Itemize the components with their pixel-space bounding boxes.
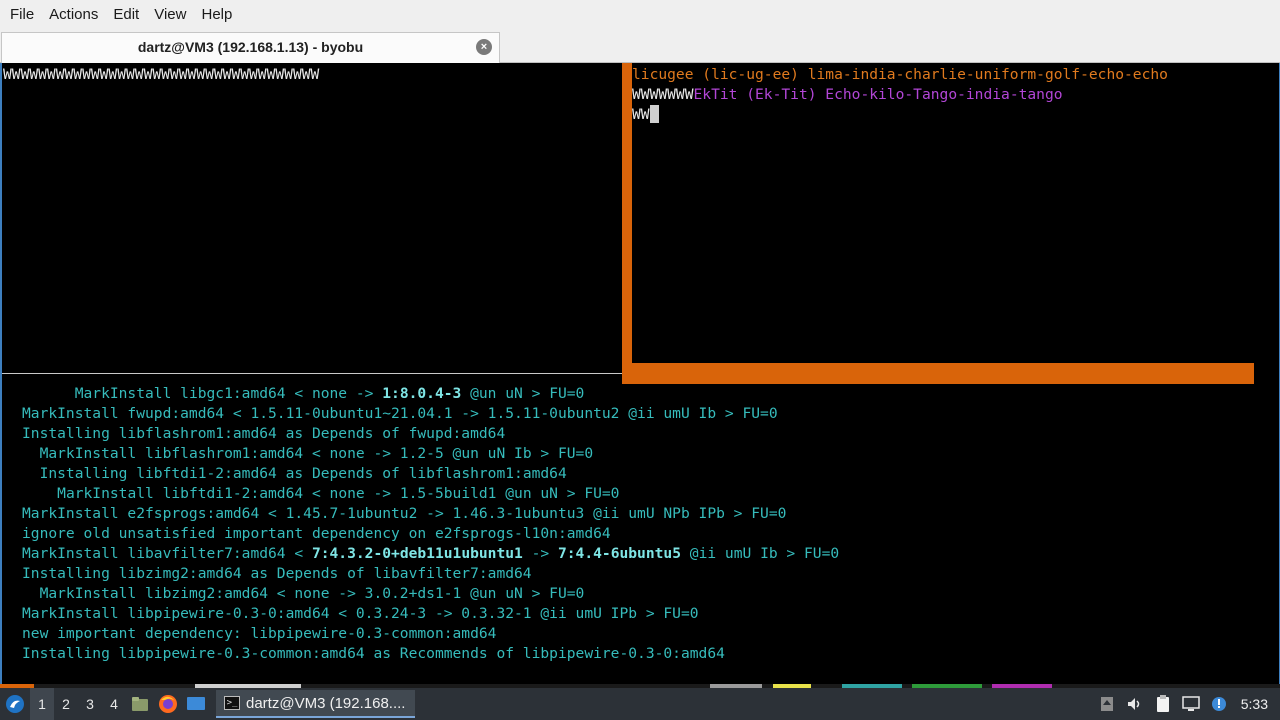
log-text: @ii umU Ib > FU=0 bbox=[681, 545, 840, 562]
log-text: Installing libpipewire-0.3-common:amd64 … bbox=[22, 645, 725, 662]
log-line: MarkInstall libftdi1-2:amd64 < none -> 1… bbox=[22, 484, 619, 504]
log-line: MarkInstall e2fsprogs:amd64 < 1.45.7-1ub… bbox=[22, 504, 786, 524]
firefox-icon bbox=[159, 695, 177, 713]
log-line: MarkInstall libpipewire-0.3-0:amd64 < 0.… bbox=[22, 604, 699, 624]
volume-button[interactable] bbox=[1121, 688, 1149, 720]
log-version-bold: 1:8.0.4-3 bbox=[382, 385, 462, 402]
log-line: ignore old unsatisfied important depende… bbox=[22, 524, 611, 544]
pane-left-text: WWWWWWWWWWWWWWWWWWWWWWWWWWWWWWWWWWWW bbox=[3, 66, 320, 83]
log-line: MarkInstall fwupd:amd64 < 1.5.11-0ubuntu… bbox=[22, 404, 778, 424]
clock[interactable]: 5:33 bbox=[1241, 696, 1268, 712]
log-text: Installing libftdi1-2:amd64 as Depends o… bbox=[39, 465, 567, 482]
log-text: MarkInstall libflashrom1:amd64 < none ->… bbox=[39, 445, 594, 462]
log-text: MarkInstall libavfilter7:amd64 < bbox=[22, 545, 312, 562]
menu-view[interactable]: View bbox=[148, 0, 192, 30]
folder-icon bbox=[132, 697, 148, 711]
log-text: Installing libzimg2:amd64 as Depends of … bbox=[22, 565, 532, 582]
log-text: MarkInstall fwupd:amd64 < 1.5.11-0ubuntu… bbox=[22, 405, 778, 422]
log-line: new important dependency: libpipewire-0.… bbox=[22, 624, 496, 644]
pane-top-left[interactable]: WWWWWWWWWWWWWWWWWWWWWWWWWWWWWWWWWWWW bbox=[2, 63, 622, 373]
workspace-3[interactable]: 3 bbox=[78, 688, 102, 720]
desktop-launcher[interactable] bbox=[182, 688, 210, 720]
log-version-bold: 7:4.4-6ubuntu5 bbox=[557, 545, 681, 562]
tab-title: dartz@VM3 (192.168.1.13) - byobu bbox=[137, 39, 364, 55]
clipboard-icon bbox=[1156, 695, 1169, 712]
log-line: Installing libzimg2:amd64 as Depends of … bbox=[22, 564, 532, 584]
log-line: Installing libflashrom1:amd64 as Depends… bbox=[22, 424, 505, 444]
display-network-icon bbox=[1182, 696, 1200, 711]
menu-file[interactable]: File bbox=[4, 0, 40, 30]
tray-up-arrow[interactable] bbox=[1093, 688, 1121, 720]
pane-right-line-1: licugee (lic-ug-ee) lima-india-charlie-u… bbox=[632, 66, 1168, 83]
log-line: MarkInstall libzimg2:amd64 < none -> 3.0… bbox=[22, 584, 585, 604]
firefox-launcher[interactable] bbox=[154, 688, 182, 720]
log-text: -> bbox=[522, 545, 558, 562]
log-version-bold: 7:4.3.2-0+deb11u1ubuntu1 bbox=[311, 545, 523, 562]
log-line: MarkInstall libgc1:amd64 < none -> 1:8.0… bbox=[22, 384, 585, 404]
close-tab-icon[interactable]: × bbox=[476, 39, 492, 55]
log-line: MarkInstall libflashrom1:amd64 < none ->… bbox=[22, 444, 594, 464]
taskbar: 1 2 3 4 >_ dartz@VM3 (192.168.... 5:33 bbox=[0, 688, 1280, 720]
updates-button[interactable] bbox=[1205, 688, 1233, 720]
menu-actions[interactable]: Actions bbox=[43, 0, 104, 30]
upload-arrow-icon bbox=[1100, 697, 1113, 711]
pane-bottom-log[interactable]: MarkInstall libgc1:amd64 < none -> 1:8.0… bbox=[2, 383, 1278, 683]
pane-right-line-2-text: EkTit (Ek-Tit) Echo-kilo-Tango-india-tan… bbox=[693, 86, 1063, 103]
menu-help[interactable]: Help bbox=[195, 0, 238, 30]
tab-bar: dartz@VM3 (192.168.1.13) - byobu × bbox=[0, 30, 1280, 63]
text-cursor bbox=[649, 105, 659, 123]
clipboard-button[interactable] bbox=[1149, 688, 1177, 720]
pane-right-content: licugee (lic-ug-ee) lima-india-charlie-u… bbox=[632, 63, 1254, 363]
show-desktop-icon bbox=[187, 697, 205, 710]
speaker-icon bbox=[1127, 698, 1139, 710]
file-manager-launcher[interactable] bbox=[126, 688, 154, 720]
workspace-2[interactable]: 2 bbox=[54, 688, 78, 720]
workspace-1[interactable]: 1 bbox=[30, 688, 54, 720]
log-line: MarkInstall libavfilter7:amd64 < 7:4.3.2… bbox=[22, 544, 839, 564]
pane-right-line-2-prefix: WWWWWWW bbox=[632, 86, 694, 103]
workspace-4[interactable]: 4 bbox=[102, 688, 126, 720]
pane-right-line-3: WW bbox=[632, 105, 659, 125]
log-text: new important dependency: libpipewire-0.… bbox=[22, 625, 497, 642]
log-text: MarkInstall libzimg2:amd64 < none -> 3.0… bbox=[39, 585, 585, 602]
network-button[interactable] bbox=[1177, 688, 1205, 720]
task-label: dartz@VM3 (192.168.... bbox=[246, 694, 406, 712]
log-line: Installing libftdi1-2:amd64 as Depends o… bbox=[22, 464, 567, 484]
system-tray: 5:33 bbox=[1093, 688, 1280, 720]
log-text: ignore old unsatisfied important depende… bbox=[22, 525, 611, 542]
log-text: Installing libflashrom1:amd64 as Depends… bbox=[22, 425, 506, 442]
terminal-icon: >_ bbox=[224, 696, 240, 710]
log-text: MarkInstall libpipewire-0.3-0:amd64 < 0.… bbox=[22, 605, 699, 622]
pane-right-line-2: WWWWWWWEkTit (Ek-Tit) Echo-kilo-Tango-in… bbox=[632, 85, 1063, 105]
log-text: MarkInstall libftdi1-2:amd64 < none -> 1… bbox=[57, 485, 620, 502]
log-text: MarkInstall libgc1:amd64 < none -> bbox=[74, 385, 383, 402]
log-line: Installing libpipewire-0.3-common:amd64 … bbox=[22, 644, 725, 664]
log-text: @un uN > FU=0 bbox=[461, 385, 585, 402]
menu-edit[interactable]: Edit bbox=[107, 0, 145, 30]
lubuntu-logo-icon bbox=[6, 695, 24, 713]
start-menu-button[interactable] bbox=[0, 688, 30, 720]
pane-right-line-3-prefix: WW bbox=[632, 106, 650, 123]
log-text: MarkInstall e2fsprogs:amd64 < 1.45.7-1ub… bbox=[22, 505, 787, 522]
pane-top-right-active[interactable]: licugee (lic-ug-ee) lima-india-charlie-u… bbox=[622, 63, 1254, 384]
terminal-area[interactable]: WWWWWWWWWWWWWWWWWWWWWWWWWWWWWWWWWWWW lic… bbox=[0, 63, 1280, 685]
taskbar-terminal-task[interactable]: >_ dartz@VM3 (192.168.... bbox=[216, 690, 416, 718]
menu-bar: File Actions Edit View Help bbox=[0, 0, 1280, 30]
update-notification-icon bbox=[1211, 697, 1226, 711]
terminal-tab[interactable]: dartz@VM3 (192.168.1.13) - byobu × bbox=[1, 32, 500, 63]
pane-divider[interactable] bbox=[2, 373, 624, 374]
